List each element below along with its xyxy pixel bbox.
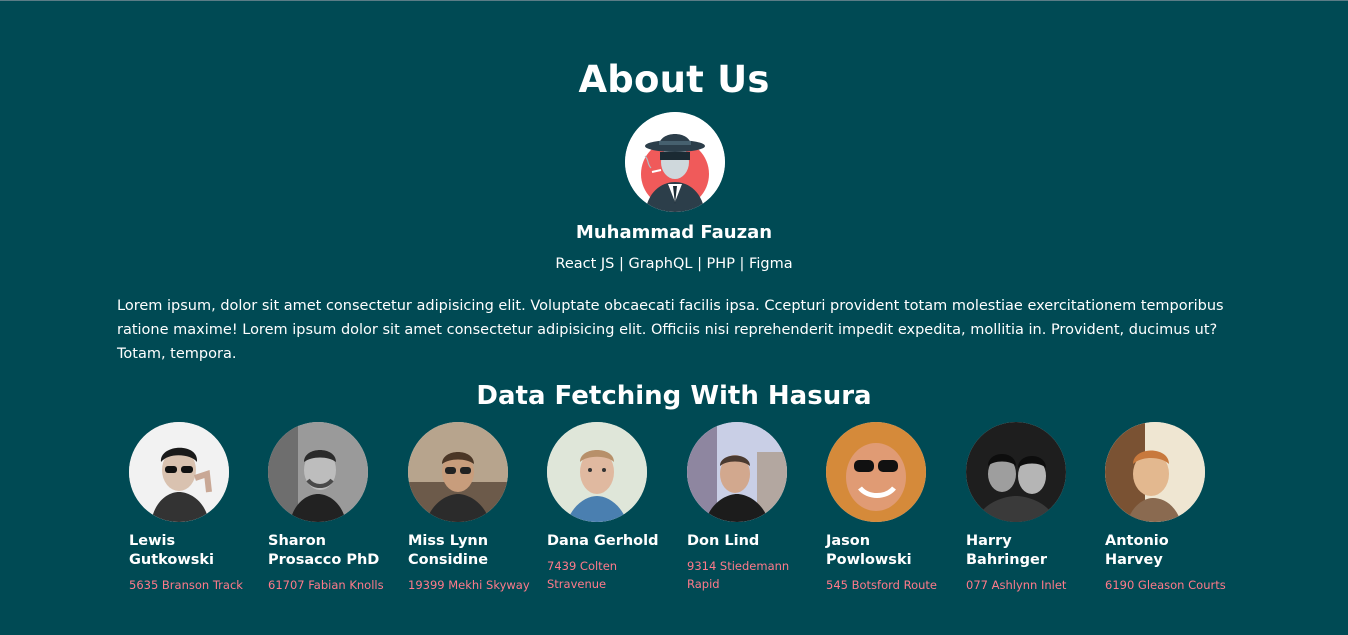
person-address: 19399 Mekhi Skyway [408,578,530,592]
person-photo-icon [826,422,926,522]
person-photo-icon [547,422,647,522]
profile-avatar [625,112,725,212]
person-card: Antonio Harvey 6190 Gleason Courts [1105,422,1230,594]
person-name: Lewis Gutkowski [129,533,215,568]
person-name: Sharon Prosacco PhD [268,533,380,568]
person-name: Dana Gerhold [547,533,659,549]
section-title: Data Fetching With Hasura [476,381,872,411]
person-photo-icon [408,422,508,522]
person-name: Miss Lynn Considine [408,533,489,568]
person-photo [129,422,229,522]
person-address: 6190 Gleason Courts [1105,578,1226,592]
person-name: Antonio Harvey [1105,533,1169,568]
person-address: 545 Botsford Route [826,578,937,592]
person-card: Miss Lynn Considine 19399 Mekhi Skyway [408,422,533,594]
page-title: About Us [578,58,770,101]
person-card: Lewis Gutkowski 5635 Branson Track [129,422,254,594]
person-photo [687,422,787,522]
person-photo-icon [966,422,1066,522]
person-name: Don Lind [687,533,760,549]
person-card: Harry Bahringer 077 Ashlynn Inlet [966,422,1091,594]
person-photo-icon [129,422,229,522]
about-page: About Us Muhammad Fauzan React JS | Grap… [0,0,1348,635]
person-card: Dana Gerhold 7439 Colten Stravenue [547,422,672,593]
person-address: 077 Ashlynn Inlet [966,578,1067,592]
person-photo [826,422,926,522]
person-photo [408,422,508,522]
about-description: Lorem ipsum, dolor sit amet consectetur … [117,298,1224,362]
profile-skills: React JS | GraphQL | PHP | Figma [555,256,793,272]
person-photo [1105,422,1205,522]
person-name: Harry Bahringer [966,533,1047,568]
person-photo [966,422,1066,522]
person-photo-icon [687,422,787,522]
person-card: Sharon Prosacco PhD 61707 Fabian Knolls [268,422,393,594]
person-photo-icon [268,422,368,522]
person-address: 7439 Colten Stravenue [547,559,618,591]
person-photo-icon [1105,422,1205,522]
person-address: 5635 Branson Track [129,578,243,592]
person-photo [547,422,647,522]
person-address: 61707 Fabian Knolls [268,578,384,592]
person-card: Jason Powlowski 545 Botsford Route [826,422,951,594]
person-card: Don Lind 9314 Stiedemann Rapid [687,422,812,593]
person-address: 9314 Stiedemann Rapid [687,559,790,591]
person-photo [268,422,368,522]
people-list: Lewis Gutkowski 5635 Branson Track Sharo… [129,422,1249,622]
top-divider [0,0,1348,1]
person-name: Jason Powlowski [826,533,912,568]
spy-avatar-icon [625,112,725,212]
profile-name: Muhammad Fauzan [575,222,773,243]
